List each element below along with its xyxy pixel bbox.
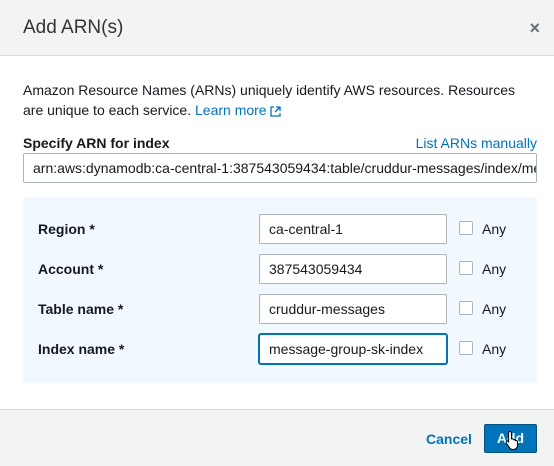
spec-arn-label: Specify ARN for index: [23, 135, 170, 151]
cancel-button[interactable]: Cancel: [426, 431, 472, 447]
dialog-description: Amazon Resource Names (ARNs) uniquely id…: [23, 80, 538, 120]
region-input[interactable]: ca-central-1: [259, 214, 447, 244]
account-any-checkbox[interactable]: [459, 261, 473, 275]
dialog-title: Add ARN(s): [23, 17, 124, 38]
dialog-footer: Cancel Add: [0, 409, 554, 466]
account-label: Account *: [38, 261, 104, 277]
learn-more-link[interactable]: Learn more: [195, 102, 281, 118]
region-row: Region * ca-central-1 Any: [23, 214, 537, 244]
index-name-input[interactable]: message-group-sk-index: [259, 334, 447, 364]
table-name-any-label: Any: [482, 301, 507, 317]
account-any-label: Any: [482, 261, 507, 277]
dialog-header: Add ARN(s) ×: [0, 0, 554, 56]
arn-input[interactable]: arn:aws:dynamodb:ca-central-1:3875430594…: [23, 153, 537, 183]
account-input[interactable]: 387543059434: [259, 254, 447, 284]
table-name-input[interactable]: cruddur-messages: [259, 294, 447, 324]
index-name-row: Index name * message-group-sk-index Any: [23, 334, 537, 364]
region-any-label: Any: [482, 221, 507, 237]
account-row: Account * 387543059434 Any: [23, 254, 537, 284]
close-icon[interactable]: ×: [529, 18, 540, 39]
index-name-any-checkbox[interactable]: [459, 341, 473, 355]
learn-more-label: Learn more: [195, 102, 267, 118]
list-arns-manually-link[interactable]: List ARNs manually: [416, 135, 537, 151]
index-name-label: Index name *: [38, 341, 125, 357]
table-name-any-checkbox[interactable]: [459, 301, 473, 315]
region-any-checkbox[interactable]: [459, 221, 473, 235]
pointer-cursor-icon: [505, 430, 518, 450]
region-label: Region *: [38, 221, 95, 237]
index-name-any-label: Any: [482, 341, 507, 357]
table-name-row: Table name * cruddur-messages Any: [23, 294, 537, 324]
external-link-icon: [269, 106, 281, 117]
arn-fields-panel: Region * ca-central-1 Any Account * 3875…: [23, 197, 537, 383]
table-name-label: Table name *: [38, 301, 124, 317]
